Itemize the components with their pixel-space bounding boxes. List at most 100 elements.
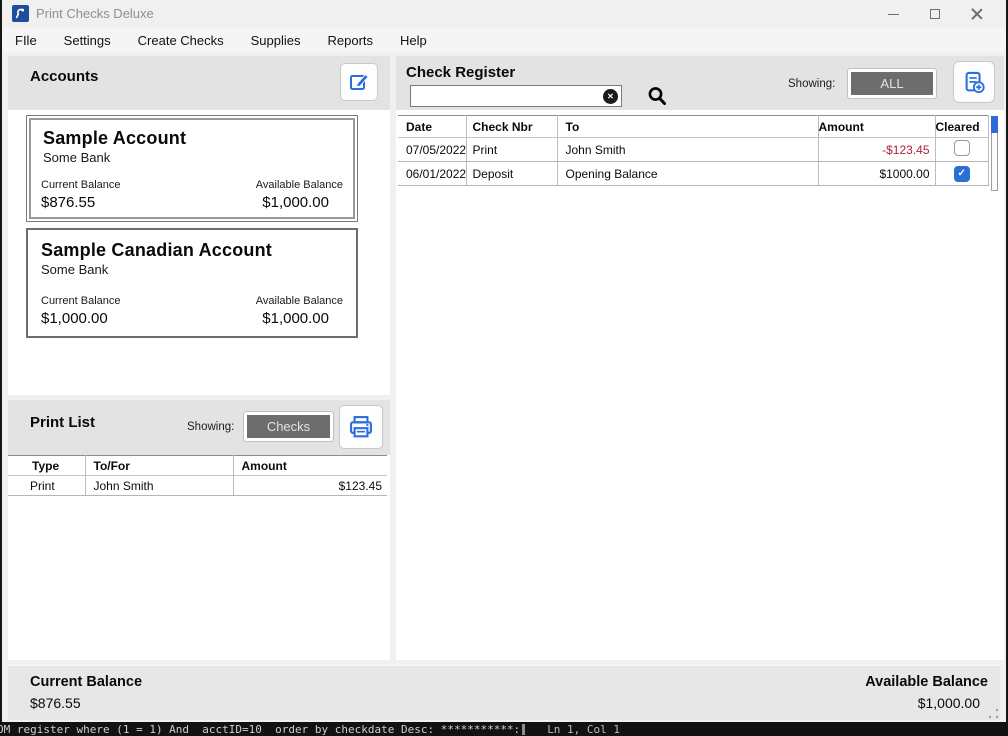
maximize-icon — [930, 9, 940, 19]
check-register-header-band: Check Register ✕ Showing: — [396, 56, 1004, 110]
account-name: Sample Canadian Account — [41, 240, 343, 261]
menu-supplies[interactable]: Supplies — [251, 33, 301, 48]
cell-check-nbr: Deposit — [466, 162, 557, 186]
footer-available-balance-label: Available Balance — [865, 674, 988, 690]
account-card-inner: Sample Account Some Bank Current Balance… — [29, 118, 355, 219]
current-balance-block: Current Balance $1,000.00 — [41, 295, 121, 327]
edit-icon — [347, 70, 371, 94]
account-bank: Some Bank — [41, 262, 343, 277]
print-list-panel: Print List Showing: Checks — [8, 400, 390, 660]
column-to: To — [557, 116, 818, 138]
menu-settings[interactable]: Settings — [64, 33, 111, 48]
check-register-panel: Check Register ✕ Showing: — [396, 56, 1004, 660]
register-scrollbar — [991, 116, 998, 191]
print-button[interactable] — [339, 405, 383, 449]
window-title: Print Checks Deluxe — [36, 6, 154, 21]
clear-search-button[interactable]: ✕ — [603, 89, 618, 104]
column-to-for: To/For — [85, 456, 233, 476]
background-status-bar: OM register where (1 = 1) And acctID=10 … — [0, 722, 1008, 736]
screen: Print Checks Deluxe FIle Settings Create… — [0, 0, 1008, 736]
check-register-table: Date Check Nbr To Amount Cleared 07/05/2… — [398, 115, 989, 186]
add-register-entry-button[interactable] — [953, 61, 995, 103]
print-list-table: Type To/For Amount Print John Smith $123… — [8, 455, 387, 496]
cell-to-for: John Smith — [85, 476, 233, 496]
print-list-showing-label: Showing: — [187, 421, 234, 433]
minimize-button[interactable] — [872, 0, 914, 28]
menu-reports[interactable]: Reports — [328, 33, 374, 48]
footer-current-balance: Current Balance $876.55 — [30, 674, 142, 711]
print-list-header-band: Print List Showing: Checks — [8, 400, 390, 455]
search-input[interactable] — [413, 87, 599, 105]
account-balances: Current Balance $876.55 Available Balanc… — [41, 179, 343, 211]
account-balances: Current Balance $1,000.00 Available Bala… — [41, 295, 343, 327]
menu-file[interactable]: FIle — [15, 33, 37, 48]
account-card-sample[interactable]: Sample Account Some Bank Current Balance… — [26, 115, 358, 222]
column-check-nbr: Check Nbr — [466, 116, 557, 138]
scrollbar-track[interactable] — [991, 133, 998, 191]
column-type: Type — [8, 456, 85, 476]
cell-check-nbr: Print — [466, 138, 557, 162]
cell-cleared — [935, 138, 989, 162]
current-balance-block: Current Balance $876.55 — [41, 179, 121, 211]
cell-cleared: ✓ — [935, 162, 989, 186]
available-balance-value: $1,000.00 — [256, 310, 343, 327]
footer-available-balance-value: $1,000.00 — [865, 695, 988, 711]
search-box: ✕ — [410, 85, 622, 107]
window-controls — [872, 0, 998, 28]
print-list-filter-button[interactable]: Checks — [244, 412, 333, 441]
footer-current-balance-label: Current Balance — [30, 674, 142, 690]
close-icon — [971, 8, 983, 20]
app-logo-icon — [12, 5, 29, 22]
account-card-inner: Sample Canadian Account Some Bank Curren… — [31, 233, 353, 333]
print-list-row[interactable]: Print John Smith $123.45 — [8, 476, 387, 496]
menu-create-checks[interactable]: Create Checks — [138, 33, 224, 48]
print-list-header-row: Type To/For Amount — [8, 456, 387, 476]
cell-to: Opening Balance — [557, 162, 818, 186]
maximize-button[interactable] — [914, 0, 956, 28]
current-balance-label: Current Balance — [41, 295, 121, 307]
register-header-row: Date Check Nbr To Amount Cleared — [398, 116, 989, 138]
cell-type: Print — [8, 476, 85, 496]
accounts-panel: Accounts Sample Account Some Bank — [8, 56, 390, 395]
footer-current-balance-value: $876.55 — [30, 695, 142, 711]
register-row[interactable]: 07/05/2022 Print John Smith -$123.45 — [398, 138, 989, 162]
current-balance-value: $1,000.00 — [41, 310, 121, 327]
minimize-icon — [888, 14, 899, 15]
cell-date: 06/01/2022 — [398, 162, 466, 186]
current-balance-value: $876.55 — [41, 194, 121, 211]
cell-amount: -$123.45 — [818, 138, 935, 162]
available-balance-label: Available Balance — [256, 295, 343, 307]
cell-date: 07/05/2022 — [398, 138, 466, 162]
cell-amount: $123.45 — [233, 476, 387, 496]
status-cursor — [522, 724, 525, 735]
cell-amount: $1000.00 — [818, 162, 935, 186]
close-button[interactable] — [956, 0, 998, 28]
column-amount: Amount — [818, 116, 935, 138]
cleared-checkbox[interactable]: ✓ — [954, 166, 970, 182]
cleared-checkbox[interactable] — [954, 140, 970, 156]
available-balance-value: $1,000.00 — [256, 194, 343, 211]
accounts-title: Accounts — [30, 68, 98, 85]
available-balance-label: Available Balance — [256, 179, 343, 191]
accounts-header-band: Accounts — [8, 56, 390, 110]
footer-balance-band: Current Balance $876.55 Available Balanc… — [8, 665, 1000, 720]
resize-grip[interactable] — [989, 709, 998, 718]
current-balance-label: Current Balance — [41, 179, 121, 191]
search-button[interactable] — [644, 83, 670, 109]
account-name: Sample Account — [43, 128, 341, 149]
status-query-text: OM register where (1 = 1) And acctID=10 … — [0, 723, 520, 736]
status-cursor-position: Ln 1, Col 1 — [547, 723, 620, 736]
edit-accounts-button[interactable] — [340, 63, 378, 101]
account-card-canadian[interactable]: Sample Canadian Account Some Bank Curren… — [26, 228, 358, 338]
available-balance-block: Available Balance $1,000.00 — [256, 295, 343, 327]
scrollbar-thumb[interactable] — [991, 116, 998, 133]
add-document-icon — [961, 69, 988, 96]
clear-icon: ✕ — [607, 92, 614, 101]
check-icon: ✓ — [958, 168, 966, 179]
register-filter-button[interactable]: ALL — [848, 69, 936, 98]
menu-help[interactable]: Help — [400, 33, 427, 48]
menu-bar: FIle Settings Create Checks Supplies Rep… — [2, 28, 1006, 52]
check-register-title: Check Register — [406, 64, 515, 81]
register-row[interactable]: 06/01/2022 Deposit Opening Balance $1000… — [398, 162, 989, 186]
account-bank: Some Bank — [43, 150, 341, 165]
